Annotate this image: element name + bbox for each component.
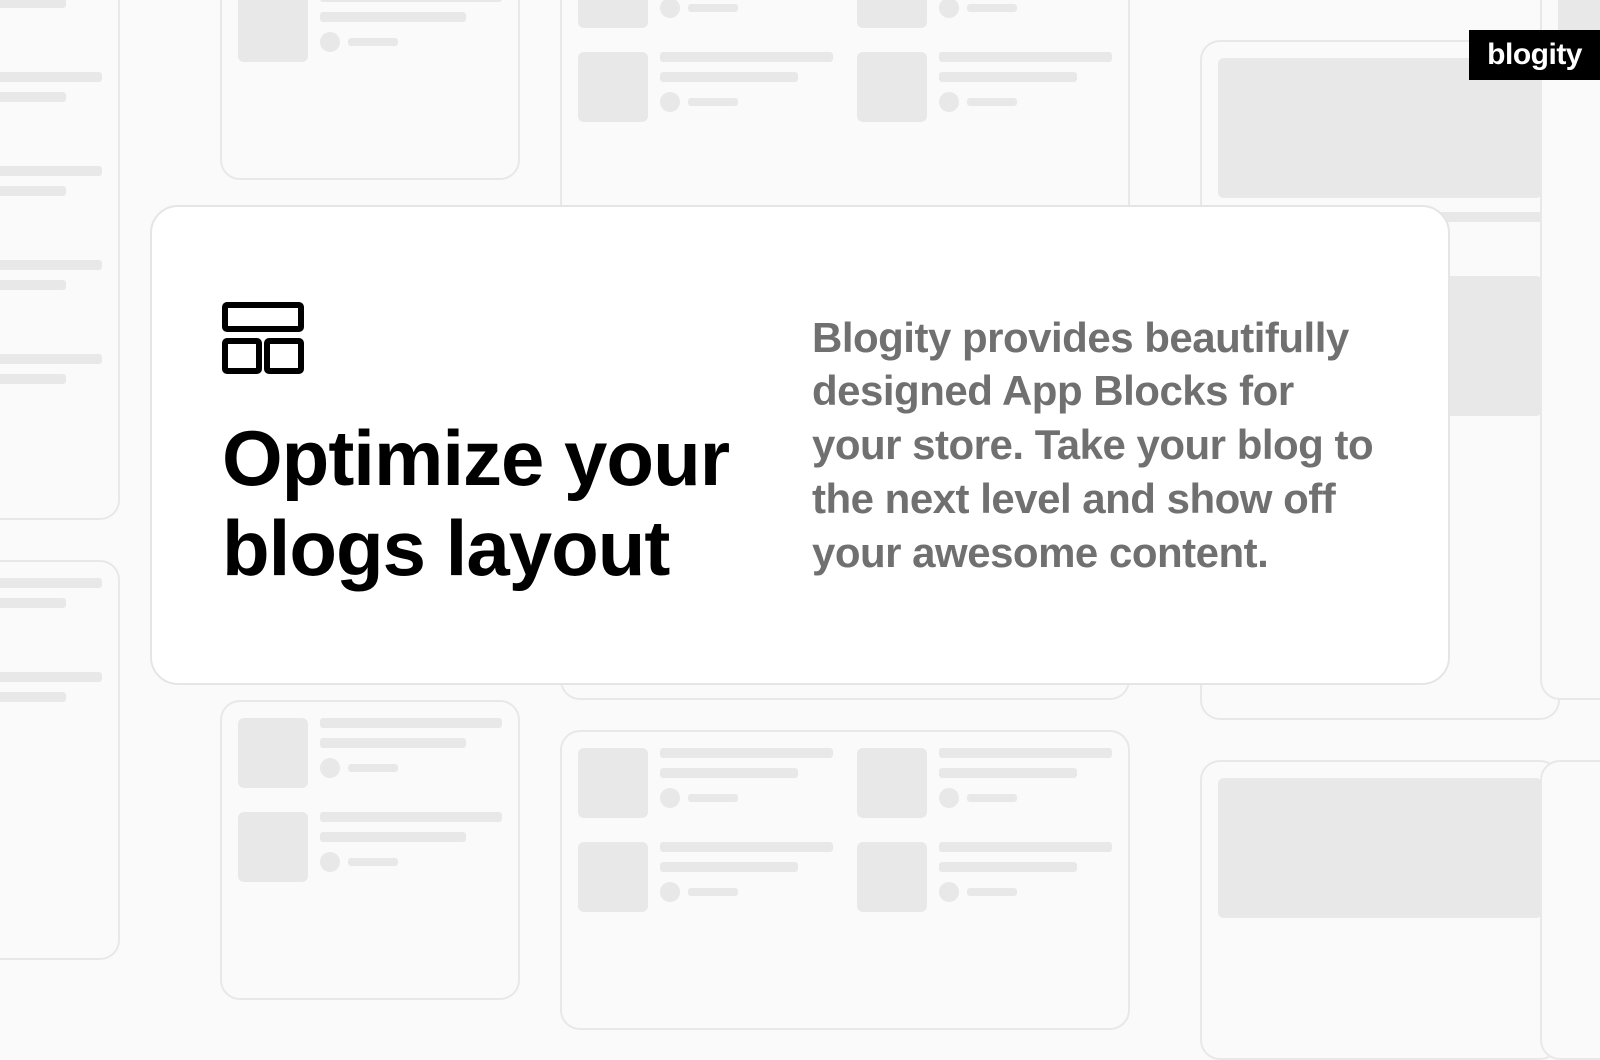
hero-title: Optimize your blogs layout <box>222 414 782 593</box>
hero-left-column: Optimize your blogs layout <box>222 297 782 593</box>
hero-card: Optimize your blogs layout Blogity provi… <box>150 205 1450 685</box>
hero-right-column: Blogity provides beautifully designed Ap… <box>782 311 1378 580</box>
layout-blocks-icon <box>222 297 782 384</box>
hero-description: Blogity provides beautifully designed Ap… <box>812 311 1378 580</box>
brand-badge: blogity <box>1469 30 1600 80</box>
